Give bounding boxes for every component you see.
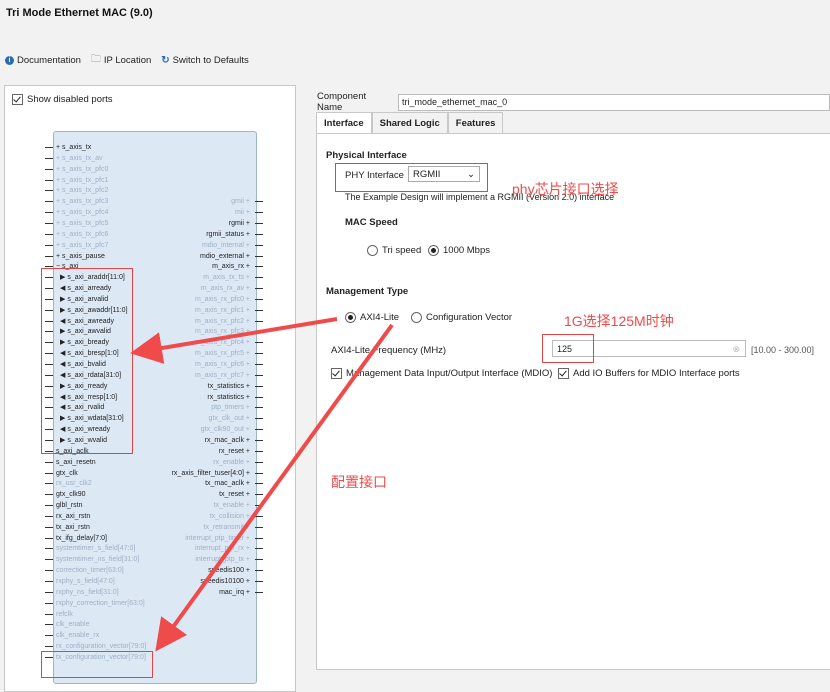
arrow-to-config-vectors xyxy=(155,323,394,652)
annotation-arrows xyxy=(130,317,394,652)
arrow-to-axi-ports xyxy=(130,317,338,364)
